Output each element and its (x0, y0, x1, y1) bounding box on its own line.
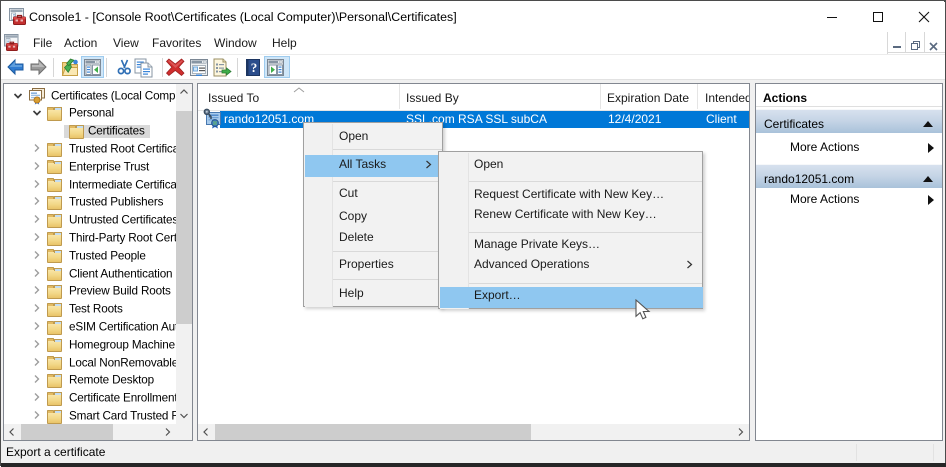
svg-text:?: ? (251, 60, 258, 75)
